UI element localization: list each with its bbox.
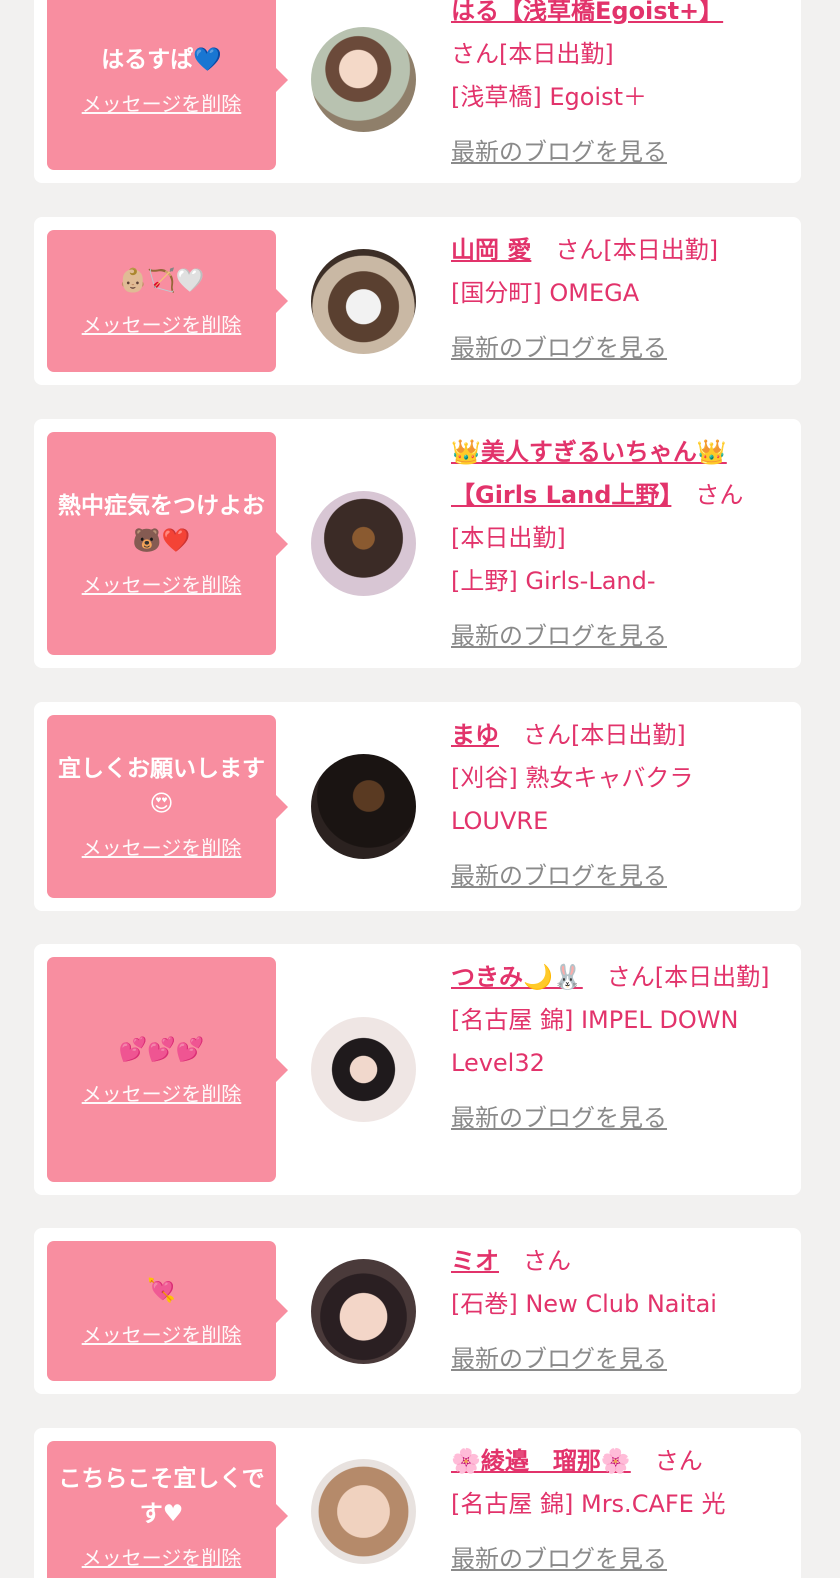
message-text: 宜しくお願いします😍 (58, 756, 265, 817)
shop-name: [刈谷] 熟女キャバクラ LOUVRE (451, 764, 694, 835)
delete-message-link[interactable]: メッセージを削除 (82, 569, 242, 598)
message-card: 熱中症気をつけよお🐻❤️ メッセージを削除 👑美人すぎるいちゃん👑【Girls … (34, 419, 801, 668)
profile-name-link[interactable]: つきみ🌙🐰 (451, 963, 583, 991)
avatar[interactable] (311, 754, 416, 859)
message-card: 💘 メッセージを削除 ミオ さん [石巻] New Club Naitai 最新… (34, 1228, 801, 1394)
profile-info: はる【浅草橋Egoist+】 さん[本日出勤] [浅草橋] Egoist＋ 最新… (451, 0, 783, 174)
shop-name: [名古屋 錦] IMPEL DOWN Level32 (451, 1006, 739, 1077)
message-bubble: 熱中症気をつけよお🐻❤️ メッセージを削除 (47, 432, 288, 655)
profile-info: 🌸綾邉 瑠那🌸 さん [名古屋 錦] Mrs.CAFE 光 最新のブログを見る (451, 1440, 783, 1578)
message-bubble: 💕💕💕 メッセージを削除 (47, 957, 288, 1182)
honorific: さん (523, 721, 571, 749)
delete-message-link[interactable]: メッセージを削除 (82, 1319, 242, 1348)
profile-info: 👑美人すぎるいちゃん👑【Girls Land上野】 さん [本日出勤] [上野]… (451, 431, 783, 658)
shop-name: [名古屋 錦] Mrs.CAFE 光 (451, 1490, 726, 1518)
profile-info: ミオ さん [石巻] New Club Naitai 最新のブログを見る (451, 1240, 783, 1381)
latest-blog-link[interactable]: 最新のブログを見る (451, 855, 783, 898)
working-status: [本日出勤] (499, 40, 614, 68)
message-card: はるすぱ💙 メッセージを削除 はる【浅草橋Egoist+】 さん[本日出勤] [… (34, 0, 801, 183)
message-card: 💕💕💕 メッセージを削除 つきみ🌙🐰 さん[本日出勤] [名古屋 錦] IMPE… (34, 944, 801, 1195)
latest-blog-link[interactable]: 最新のブログを見る (451, 615, 783, 658)
profile-name-link[interactable]: 👑美人すぎるいちゃん👑【Girls Land上野】 (451, 438, 727, 509)
profile-name-link[interactable]: 🌸綾邉 瑠那🌸 (451, 1447, 631, 1475)
avatar[interactable] (311, 27, 416, 132)
avatar[interactable] (311, 491, 416, 596)
message-text: はるすぱ💙 (101, 47, 222, 73)
message-card: こちらこそ宜しくです♥ メッセージを削除 🌸綾邉 瑠那🌸 さん [名古屋 錦] … (34, 1428, 801, 1578)
honorific: さん (451, 40, 499, 68)
message-bubble: 👶🏼🏹🤍 メッセージを削除 (47, 230, 288, 372)
latest-blog-link[interactable]: 最新のブログを見る (451, 1538, 783, 1578)
profile-name-link[interactable]: 山岡 愛 (451, 236, 531, 264)
delete-message-link[interactable]: メッセージを削除 (82, 1542, 242, 1571)
honorific: さん (606, 963, 655, 991)
honorific: さん (695, 481, 744, 509)
message-card: 👶🏼🏹🤍 メッセージを削除 山岡 愛 さん[本日出勤] [国分町] OMEGA … (34, 217, 801, 385)
latest-blog-link[interactable]: 最新のブログを見る (451, 327, 783, 370)
profile-name-link[interactable]: まゆ (451, 721, 499, 749)
latest-blog-link[interactable]: 最新のブログを見る (451, 1097, 783, 1140)
profile-info: 山岡 愛 さん[本日出勤] [国分町] OMEGA 最新のブログを見る (451, 229, 783, 370)
delete-message-link[interactable]: メッセージを削除 (82, 309, 242, 338)
avatar[interactable] (311, 1459, 416, 1564)
working-status: [本日出勤] (451, 524, 566, 552)
latest-blog-link[interactable]: 最新のブログを見る (451, 1338, 783, 1381)
working-status: [本日出勤] (603, 236, 719, 264)
shop-name: [国分町] OMEGA (451, 279, 640, 307)
honorific: さん (555, 236, 604, 264)
avatar[interactable] (311, 1017, 416, 1122)
latest-blog-link[interactable]: 最新のブログを見る (451, 131, 783, 174)
message-card: 宜しくお願いします😍 メッセージを削除 まゆ さん[本日出勤] [刈谷] 熟女キ… (34, 702, 801, 911)
profile-name-link[interactable]: はる【浅草橋Egoist+】 (451, 0, 723, 25)
profile-info: まゆ さん[本日出勤] [刈谷] 熟女キャバクラ LOUVRE 最新のブログを見… (451, 714, 783, 898)
avatar[interactable] (311, 1259, 416, 1364)
message-text: 👶🏼🏹🤍 (118, 268, 205, 294)
shop-name: [浅草橋] Egoist＋ (451, 83, 648, 111)
avatar[interactable] (311, 249, 416, 354)
message-bubble: こちらこそ宜しくです♥ メッセージを削除 (47, 1441, 288, 1578)
delete-message-link[interactable]: メッセージを削除 (82, 832, 242, 861)
shop-name: [石巻] New Club Naitai (451, 1290, 717, 1318)
delete-message-link[interactable]: メッセージを削除 (82, 1078, 242, 1107)
message-bubble: 💘 メッセージを削除 (47, 1241, 288, 1381)
message-text: 熱中症気をつけよお🐻❤️ (58, 493, 265, 554)
honorific: さん (654, 1447, 703, 1475)
message-bubble: はるすぱ💙 メッセージを削除 (47, 0, 288, 170)
delete-message-link[interactable]: メッセージを削除 (82, 88, 242, 117)
profile-info: つきみ🌙🐰 さん[本日出勤] [名古屋 錦] IMPEL DOWN Level3… (451, 956, 783, 1140)
profile-name-link[interactable]: ミオ (451, 1247, 499, 1275)
honorific: さん (523, 1247, 571, 1275)
working-status: [本日出勤] (654, 963, 770, 991)
shop-name: [上野] Girls-Land- (451, 567, 656, 595)
message-bubble: 宜しくお願いします😍 メッセージを削除 (47, 715, 288, 898)
message-text: 💘 (147, 1278, 176, 1304)
message-text: 💕💕💕 (118, 1036, 205, 1063)
message-text: こちらこそ宜しくです♥ (58, 1465, 265, 1527)
working-status: [本日出勤] (571, 721, 686, 749)
